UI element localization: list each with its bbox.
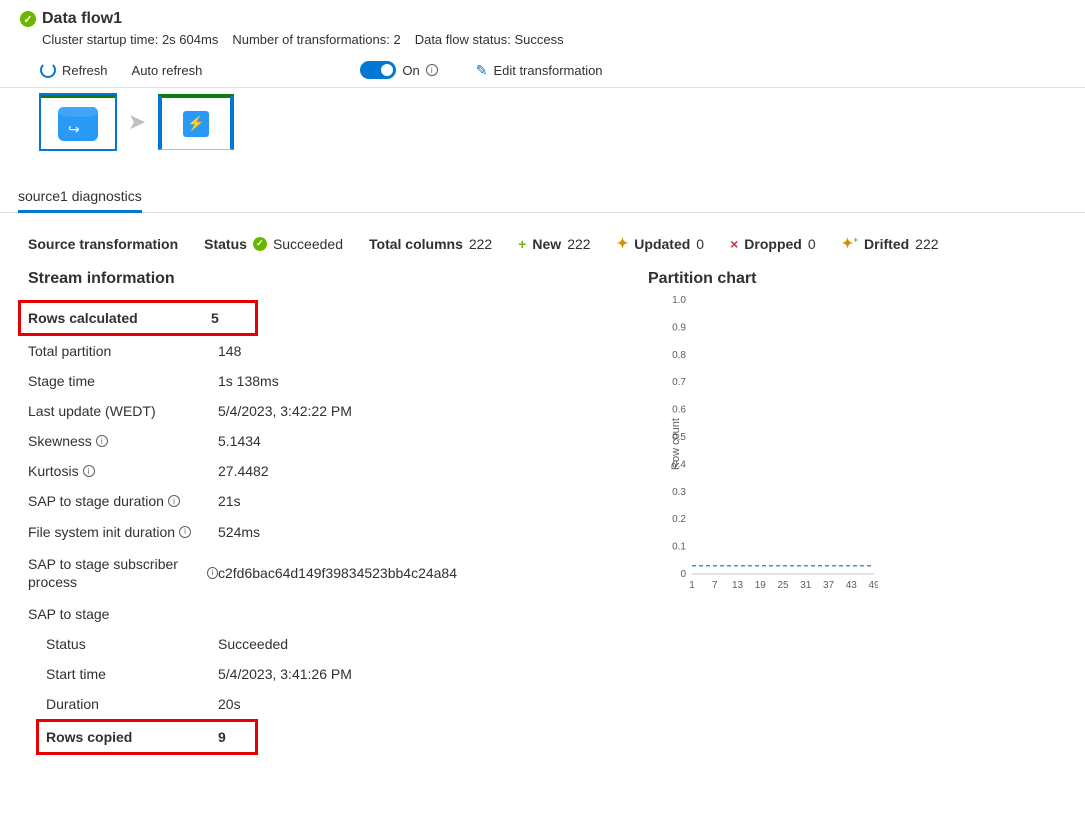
skewness-value: 5.1434 bbox=[218, 433, 261, 449]
refresh-button[interactable]: Refresh bbox=[40, 62, 108, 78]
on-label: On bbox=[402, 63, 419, 78]
fs-init-duration-value: 524ms bbox=[218, 524, 260, 540]
auto-refresh-label: Auto refresh bbox=[132, 63, 203, 78]
sap-stage-duration-value: 21s bbox=[218, 493, 241, 509]
stage-duration-value: 20s bbox=[218, 696, 241, 712]
svg-text:0.6: 0.6 bbox=[672, 405, 686, 416]
sap-to-stage-heading: SAP to stage bbox=[28, 606, 218, 622]
drifted-icon: ✦+ bbox=[842, 235, 858, 252]
chart-plot-area: 00.10.20.30.40.50.60.70.80.91.0171319253… bbox=[658, 294, 878, 594]
database-icon: ↪ bbox=[58, 107, 98, 141]
total-partition-label: Total partition bbox=[28, 343, 218, 359]
source-node[interactable]: ↪ bbox=[40, 94, 116, 150]
success-check-icon: ✓ bbox=[20, 11, 36, 27]
svg-text:25: 25 bbox=[777, 580, 789, 591]
svg-text:1: 1 bbox=[689, 580, 695, 591]
stage-status-value: Succeeded bbox=[218, 636, 288, 652]
last-update-label: Last update (WEDT) bbox=[28, 403, 218, 419]
plus-icon: + bbox=[518, 236, 526, 252]
subscriber-process-label: SAP to stage subscriber process i bbox=[28, 555, 218, 591]
arrow-right-icon: ➤ bbox=[116, 109, 158, 135]
svg-text:0.2: 0.2 bbox=[672, 514, 686, 525]
svg-text:7: 7 bbox=[712, 580, 718, 591]
chart-y-axis-label: Row count bbox=[670, 418, 682, 470]
source-transformation-label: Source transformation bbox=[28, 236, 178, 252]
drifted-label: Drifted bbox=[864, 236, 909, 252]
new-value: 222 bbox=[567, 236, 590, 252]
flow-status-label: Data flow status: Success bbox=[415, 32, 564, 47]
info-icon[interactable]: i bbox=[207, 567, 218, 579]
svg-text:0.1: 0.1 bbox=[672, 542, 686, 553]
dropped-label: Dropped bbox=[744, 236, 802, 252]
svg-text:0.3: 0.3 bbox=[672, 487, 686, 498]
status-label: Status bbox=[204, 236, 247, 252]
svg-text:37: 37 bbox=[823, 580, 835, 591]
dropped-icon: × bbox=[730, 236, 738, 252]
svg-text:0.8: 0.8 bbox=[672, 350, 686, 361]
svg-text:31: 31 bbox=[800, 580, 812, 591]
fs-init-duration-label: File system init duration i bbox=[28, 523, 218, 541]
svg-text:0: 0 bbox=[680, 569, 686, 580]
status-success-icon: ✓ bbox=[253, 237, 267, 251]
edit-transformation-button[interactable]: ✎ Edit transformation bbox=[476, 62, 603, 79]
partition-chart-title: Partition chart bbox=[648, 270, 1047, 288]
info-icon[interactable]: i bbox=[179, 526, 191, 538]
skewness-label: Skewness i bbox=[28, 433, 218, 449]
new-label: New bbox=[532, 236, 561, 252]
rows-copied-value: 9 bbox=[218, 729, 226, 745]
svg-text:13: 13 bbox=[732, 580, 744, 591]
svg-text:1.0: 1.0 bbox=[672, 295, 686, 306]
sap-stage-duration-label: SAP to stage duration i bbox=[28, 493, 218, 509]
transform-count-label: Number of transformations: 2 bbox=[232, 32, 400, 47]
svg-text:49: 49 bbox=[868, 580, 878, 591]
page-title: Data flow1 bbox=[42, 10, 122, 28]
rows-copied-label: Rows copied bbox=[46, 729, 218, 745]
updated-label: Updated bbox=[634, 236, 690, 252]
pencil-icon: ✎ bbox=[476, 62, 488, 79]
bolt-icon: ⚡ bbox=[183, 111, 209, 137]
stage-start-label: Start time bbox=[46, 666, 218, 682]
rows-calculated-value: 5 bbox=[211, 310, 219, 326]
svg-text:0.9: 0.9 bbox=[672, 322, 686, 333]
startup-time-label: Cluster startup time: 2s 604ms bbox=[42, 32, 218, 47]
info-icon[interactable]: i bbox=[426, 64, 438, 76]
info-icon[interactable]: i bbox=[168, 495, 180, 507]
total-partition-value: 148 bbox=[218, 343, 241, 359]
refresh-icon bbox=[40, 62, 56, 78]
rows-calculated-label: Rows calculated bbox=[28, 310, 211, 326]
total-columns-value: 222 bbox=[469, 236, 492, 252]
stage-start-value: 5/4/2023, 3:41:26 PM bbox=[218, 666, 352, 682]
auto-refresh-toggle[interactable] bbox=[360, 61, 396, 79]
svg-text:0.7: 0.7 bbox=[672, 377, 686, 388]
info-icon[interactable]: i bbox=[83, 465, 95, 477]
stream-info-heading: Stream information bbox=[28, 270, 588, 288]
svg-text:43: 43 bbox=[846, 580, 858, 591]
total-columns-label: Total columns bbox=[369, 236, 463, 252]
updated-icon: ✦ bbox=[617, 235, 629, 252]
drifted-value: 222 bbox=[915, 236, 938, 252]
stage-time-label: Stage time bbox=[28, 373, 218, 389]
updated-value: 0 bbox=[696, 236, 704, 252]
kurtosis-value: 27.4482 bbox=[218, 463, 269, 479]
svg-text:19: 19 bbox=[755, 580, 767, 591]
sink-node[interactable]: ⚡ bbox=[158, 94, 234, 150]
status-value: Succeeded bbox=[273, 236, 343, 252]
subscriber-process-value: c2fd6bac64d149f39834523bb4c24a84 bbox=[218, 565, 457, 581]
refresh-label: Refresh bbox=[62, 63, 108, 78]
stage-time-value: 1s 138ms bbox=[218, 373, 279, 389]
stage-status-label: Status bbox=[46, 636, 218, 652]
dropped-value: 0 bbox=[808, 236, 816, 252]
edit-label: Edit transformation bbox=[493, 63, 602, 78]
stage-duration-label: Duration bbox=[46, 696, 218, 712]
kurtosis-label: Kurtosis i bbox=[28, 463, 218, 479]
tab-source-diagnostics[interactable]: source1 diagnostics bbox=[18, 188, 142, 213]
info-icon[interactable]: i bbox=[96, 435, 108, 447]
rows-copied-row: Rows copied 9 bbox=[36, 719, 258, 755]
partition-chart: Row count 00.10.20.30.40.50.60.70.80.91.… bbox=[658, 294, 1047, 594]
pipeline-diagram: ↪ ➤ ⚡ bbox=[0, 88, 1085, 150]
rows-calculated-row: Rows calculated 5 bbox=[18, 300, 258, 336]
last-update-value: 5/4/2023, 3:42:22 PM bbox=[218, 403, 352, 419]
